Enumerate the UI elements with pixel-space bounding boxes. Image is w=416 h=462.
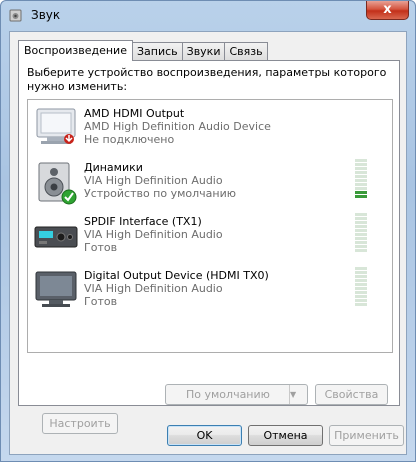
meter-segment (355, 179, 367, 182)
device-item[interactable]: AMD HDMI Output AMD High Definition Audi… (28, 105, 392, 158)
volume-meter (355, 159, 367, 199)
apply-button[interactable]: Применить (329, 425, 404, 446)
meter-segment (355, 291, 367, 294)
properties-button[interactable]: Свойства (315, 384, 388, 405)
meter-segment (355, 275, 367, 278)
sound-dialog: Звук x Воспроизведение Запись Звуки Связ… (0, 0, 416, 462)
window-title: Звук (31, 8, 61, 22)
meter-segment (355, 195, 367, 198)
volume-meter (355, 267, 367, 307)
set-default-label: По умолчанию (186, 388, 270, 401)
device-status: Готов (84, 241, 118, 254)
device-item[interactable]: Digital Output Device (HDMI TX0) VIA Hig… (28, 267, 392, 320)
meter-segment (355, 171, 367, 174)
device-driver: VIA High Definition Audio (84, 228, 223, 241)
device-name: Динамики (84, 161, 143, 174)
tab-communications[interactable]: Связь (224, 42, 268, 61)
meter-segment (355, 283, 367, 286)
speaker-icon (9, 9, 22, 22)
volume-meter (355, 213, 367, 253)
speaker-default-icon (38, 162, 77, 205)
dialog-client: Воспроизведение Запись Звуки Связь Выбер… (9, 31, 407, 455)
tab-playback[interactable]: Воспроизведение (18, 40, 133, 61)
meter-segment (355, 245, 367, 248)
meter-segment (355, 237, 367, 240)
device-name: Digital Output Device (HDMI TX0) (84, 269, 269, 282)
ok-button[interactable]: OK (167, 425, 242, 446)
meter-segment (355, 213, 367, 216)
device-status: Готов (84, 295, 118, 308)
spdif-receiver-icon (34, 226, 78, 248)
meter-segment (355, 299, 367, 302)
meter-segment (355, 217, 367, 220)
meter-segment (355, 249, 367, 252)
device-status: Устройство по умолчанию (84, 187, 237, 200)
meter-segment (355, 183, 367, 186)
meter-segment (355, 175, 367, 178)
device-item[interactable]: SPDIF Interface (TX1) VIA High Definitio… (28, 213, 392, 266)
device-status: Не подключено (84, 133, 175, 146)
monitor-icon (35, 271, 77, 307)
device-list[interactable]: AMD HDMI Output AMD High Definition Audi… (27, 99, 393, 353)
device-name: SPDIF Interface (TX1) (84, 215, 202, 228)
meter-segment (355, 163, 367, 166)
meter-segment (355, 229, 367, 232)
device-driver: AMD High Definition Audio Device (84, 120, 271, 133)
monitor-disconnected-icon (36, 108, 76, 144)
dropdown-arrow-icon[interactable]: ▼ (289, 385, 307, 404)
playback-panel: Выберите устройство воспроизведения, пар… (18, 60, 400, 434)
title-bar[interactable]: Звук x (1, 1, 415, 29)
meter-segment (355, 271, 367, 274)
device-item[interactable]: Динамики VIA High Definition Audio Устро… (28, 159, 392, 212)
meter-segment (355, 225, 367, 228)
tab-strip: Воспроизведение Запись Звуки Связь (18, 40, 268, 61)
meter-segment (355, 267, 367, 270)
instruction-text: Выберите устройство воспроизведения, пар… (27, 66, 387, 93)
meter-segment (355, 191, 367, 194)
meter-segment (355, 233, 367, 236)
device-name: AMD HDMI Output (84, 107, 185, 120)
close-button[interactable]: x (366, 1, 409, 20)
meter-segment (355, 187, 367, 190)
tab-sounds[interactable]: Звуки (181, 42, 226, 61)
configure-button[interactable]: Настроить (42, 413, 118, 434)
meter-segment (355, 279, 367, 282)
tab-recording[interactable]: Запись (131, 42, 183, 61)
cancel-button[interactable]: Отмена (248, 425, 323, 446)
meter-segment (355, 159, 367, 162)
device-driver: VIA High Definition Audio (84, 174, 223, 187)
meter-segment (355, 241, 367, 244)
device-driver: VIA High Definition Audio (84, 282, 223, 295)
meter-segment (355, 303, 367, 306)
meter-segment (355, 295, 367, 298)
meter-segment (355, 167, 367, 170)
set-default-button[interactable]: По умолчанию ▼ (165, 384, 308, 405)
meter-segment (355, 221, 367, 224)
meter-segment (355, 287, 367, 290)
